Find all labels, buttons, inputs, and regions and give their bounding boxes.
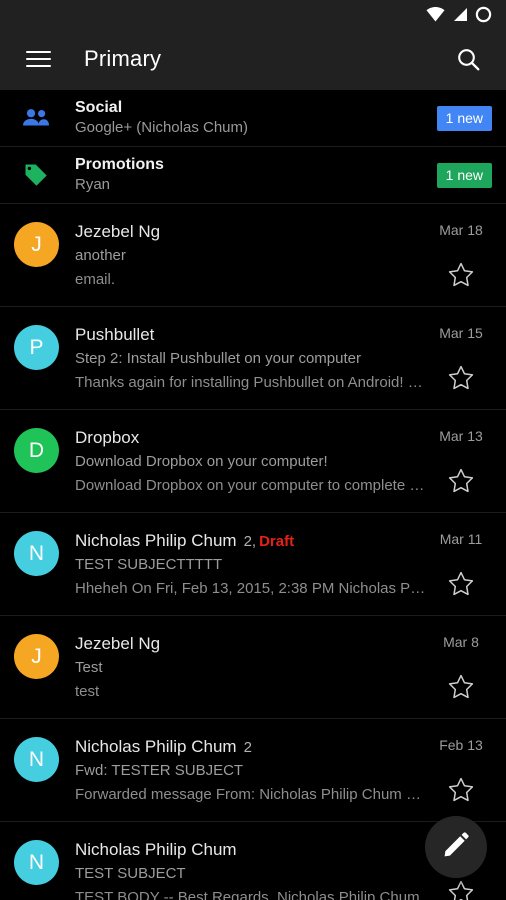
email-subject: Fwd: TESTER SUBJECT [75,762,244,779]
email-snippet: Forwarded message From: Nicholas Philip … [75,786,426,803]
email-subject: TEST SUBJECT [75,865,186,882]
tag-icon [22,161,62,189]
hamburger-bars [25,46,51,72]
star-icon[interactable] [448,365,474,395]
email-row[interactable]: N Nicholas Philip Chum 2, Draft TEST SUB… [0,513,506,616]
email-meta: Mar 8 [430,632,492,718]
email-snippet: email. [75,271,116,288]
email-sender-line: Dropbox [75,426,426,450]
star-icon[interactable] [448,571,474,601]
email-sender-line: Nicholas Philip Chum 2, Draft [75,529,426,553]
email-meta: Mar 11 [430,529,492,615]
email-content: Nicholas Philip Chum 2, Draft TEST SUBJE… [75,529,430,615]
email-content: Dropbox Download Dropbox on your compute… [75,426,430,512]
page-title: Primary [84,46,162,71]
email-row[interactable]: N Nicholas Philip Chum 2 Fwd: TESTER SUB… [0,719,506,822]
category-text: Social Google+ (Nicholas Chum) [75,98,437,139]
email-sender-line: Jezebel Ng [75,632,426,656]
sender-name: Nicholas Philip Chum [75,840,237,859]
category-title: Social [75,98,123,116]
email-meta: Feb 13 [430,735,492,821]
category-subtitle: Google+ (Nicholas Chum) [75,118,248,136]
email-subject: TEST SUBJECTTTTT [75,556,223,573]
email-content: Nicholas Philip Chum 2 Fwd: TESTER SUBJE… [75,735,430,821]
people-icon [22,108,62,128]
email-meta: Mar 15 [430,323,492,409]
avatar[interactable]: N [14,737,59,782]
email-content: Jezebel Ng another email. [75,220,430,306]
wifi-icon [426,6,445,22]
sender-name: Pushbullet [75,325,155,344]
email-row[interactable]: D Dropbox Download Dropbox on your compu… [0,410,506,513]
email-meta: Mar 13 [430,426,492,512]
email-date: Mar 8 [443,634,479,650]
email-content: Pushbullet Step 2: Install Pushbullet on… [75,323,430,409]
sender-name: Nicholas Philip Chum [75,737,237,756]
sender-name: Jezebel Ng [75,222,161,241]
category-text: Promotions Ryan [75,155,437,196]
new-count-badge: 1 new [436,162,492,188]
email-sender-line: Nicholas Philip Chum [75,838,426,862]
avatar[interactable]: P [14,325,59,370]
new-count-badge: 1 new [436,105,492,131]
email-snippet: Thanks again for installing Pushbullet o… [75,374,426,391]
email-snippet: test [75,683,100,700]
email-subject: another [75,247,126,264]
email-subject: Test [75,659,103,676]
email-sender-line: Nicholas Philip Chum 2 [75,735,426,759]
email-sender-line: Jezebel Ng [75,220,426,244]
sender-name: Dropbox [75,428,140,447]
category-row-social[interactable]: Social Google+ (Nicholas Chum) 1 new [0,90,506,147]
email-meta: Mar 18 [430,220,492,306]
avatar[interactable]: N [14,840,59,885]
message-count: 2, [243,533,257,550]
menu-icon[interactable] [16,37,60,81]
category-row-promotions[interactable]: Promotions Ryan 1 new [0,147,506,204]
email-content: Jezebel Ng Test test [75,632,430,718]
email-row[interactable]: J Jezebel Ng Test test Mar 8 [0,616,506,719]
email-snippet: Download Dropbox on your computer to com… [75,477,426,494]
category-subtitle: Ryan [75,175,111,193]
search-icon[interactable] [448,39,488,79]
gmail-app-screen: Primary Social Google+ (Nicholas Chum) 1… [0,0,506,900]
email-sender-line: Pushbullet [75,323,426,347]
email-date: Mar 15 [439,325,483,341]
avatar[interactable]: D [14,428,59,473]
compose-fab[interactable] [425,816,487,878]
email-row[interactable]: P Pushbullet Step 2: Install Pushbullet … [0,307,506,410]
email-date: Feb 13 [439,737,483,753]
compose-pencil-icon [442,831,470,864]
signal-icon [452,7,468,22]
battery-circle-icon [475,6,492,23]
email-content: Nicholas Philip Chum TEST SUBJECT TEST B… [75,838,430,900]
star-icon[interactable] [448,262,474,292]
star-icon[interactable] [448,777,474,807]
app-bar: Primary [0,28,506,90]
email-snippet: Hheheh On Fri, Feb 13, 2015, 2:38 PM Nic… [75,580,426,597]
email-subject: Step 2: Install Pushbullet on your compu… [75,350,361,367]
sender-name: Jezebel Ng [75,634,161,653]
sender-name: Nicholas Philip Chum [75,531,237,550]
message-count: 2 [243,739,252,756]
status-bar [0,0,506,28]
email-row[interactable]: J Jezebel Ng another email. Mar 18 [0,204,506,307]
email-snippet: TEST BODY -- Best Regards, Nicholas Phil… [75,889,420,900]
star-icon[interactable] [448,880,474,900]
email-subject: Download Dropbox on your computer! [75,453,328,470]
email-date: Mar 13 [439,428,483,444]
category-title: Promotions [75,155,164,173]
avatar[interactable]: J [14,222,59,267]
email-date: Mar 11 [439,531,483,547]
email-date: Mar 18 [439,222,483,238]
star-icon[interactable] [448,674,474,704]
star-icon[interactable] [448,468,474,498]
avatar[interactable]: N [14,531,59,576]
draft-label: Draft [259,533,295,550]
email-list: Social Google+ (Nicholas Chum) 1 new Pro… [0,90,506,900]
avatar[interactable]: J [14,634,59,679]
